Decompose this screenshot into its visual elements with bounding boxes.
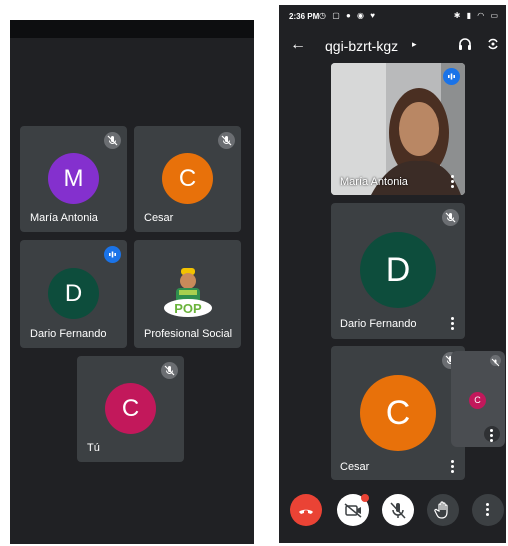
status-bar: 2:36 PM ◷ ▢ ● ◉ ♥ ✱ ▮ ◠ ▭ <box>279 5 506 27</box>
avatar: D <box>48 268 99 319</box>
status-time: 2:36 PM <box>289 12 320 21</box>
participant-tile-dario-fernando[interactable]: D Dario Fernando <box>331 203 465 339</box>
participant-name: Profesional Social <box>144 328 233 340</box>
more-options-button[interactable] <box>472 494 504 526</box>
end-call-button[interactable] <box>290 494 322 526</box>
participant-tile-self[interactable]: C Tú <box>77 356 184 462</box>
participant-name: Cesar <box>144 212 174 224</box>
mic-off-icon <box>218 132 235 149</box>
participant-name: Dario Fernando <box>30 328 107 340</box>
mic-off-icon <box>490 355 501 367</box>
more-vert-icon <box>486 503 490 518</box>
more-options-icon[interactable] <box>451 317 455 332</box>
chevron-right-icon[interactable]: ▸ <box>412 39 417 50</box>
participant-tile-dario-fernando[interactable]: D Dario Fernando <box>20 240 127 348</box>
participant-name: María Antonia <box>30 212 98 224</box>
participant-name: Cesar <box>340 461 370 473</box>
logo-text: POP <box>174 301 202 316</box>
headphones-icon[interactable] <box>458 37 472 51</box>
meeting-code[interactable]: qgi-bzrt-kgz <box>325 38 398 54</box>
speaking-indicator-icon <box>443 68 460 85</box>
mic-off-icon <box>442 209 459 226</box>
mic-off-icon <box>390 502 406 519</box>
system-icons: ✱ ▮ ◠ ▭ <box>453 11 500 20</box>
speaking-indicator-icon <box>104 246 121 263</box>
more-options-icon[interactable] <box>451 175 455 190</box>
avatar: C <box>105 383 156 434</box>
camera-off-button[interactable] <box>337 494 369 526</box>
hand-icon <box>434 501 448 519</box>
mic-off-icon <box>104 132 121 149</box>
switch-camera-icon[interactable] <box>486 37 500 51</box>
mic-off-button[interactable] <box>382 494 414 526</box>
status-bar <box>10 20 254 38</box>
avatar: C <box>360 375 436 451</box>
phone-hangup-icon <box>299 509 313 514</box>
meeting-screen: 2:36 PM ◷ ▢ ● ◉ ♥ ✱ ▮ ◠ ▭ ← qgi-bzrt-kgz… <box>279 5 506 543</box>
more-options-icon[interactable] <box>484 426 500 442</box>
avatar: D <box>360 232 436 308</box>
grid-view-screen: M María Antonia C Cesar D Dario Fernando… <box>10 20 254 544</box>
participant-tile-maria-antonia[interactable]: M María Antonia <box>20 126 127 232</box>
avatar: C <box>162 153 213 204</box>
avatar: C <box>469 392 486 409</box>
participant-tile-maria-antonia[interactable]: María Antonia <box>331 63 465 195</box>
more-options-icon[interactable] <box>451 460 455 475</box>
raise-hand-button[interactable] <box>427 494 459 526</box>
self-view-tile[interactable]: C <box>451 351 505 447</box>
participant-tile-cesar[interactable]: C Cesar <box>331 346 465 480</box>
avatar: M <box>48 153 99 204</box>
back-arrow-icon[interactable]: ← <box>290 36 306 54</box>
meeting-header: ← qgi-bzrt-kgz ▸ <box>279 31 506 61</box>
participant-name: María Antonia <box>340 176 408 188</box>
worker-logo-icon: POP <box>161 266 215 320</box>
participant-name: Tú <box>87 442 100 454</box>
call-toolbar <box>279 487 506 543</box>
notification-icons: ◷ ▢ ● ◉ ♥ <box>319 11 377 20</box>
participant-name: Dario Fernando <box>340 318 417 330</box>
participant-tile-cesar[interactable]: C Cesar <box>134 126 241 232</box>
participant-tile-profesional-social[interactable]: POP Profesional Social <box>134 240 241 348</box>
mic-off-icon <box>161 362 178 379</box>
alert-badge <box>361 494 369 502</box>
